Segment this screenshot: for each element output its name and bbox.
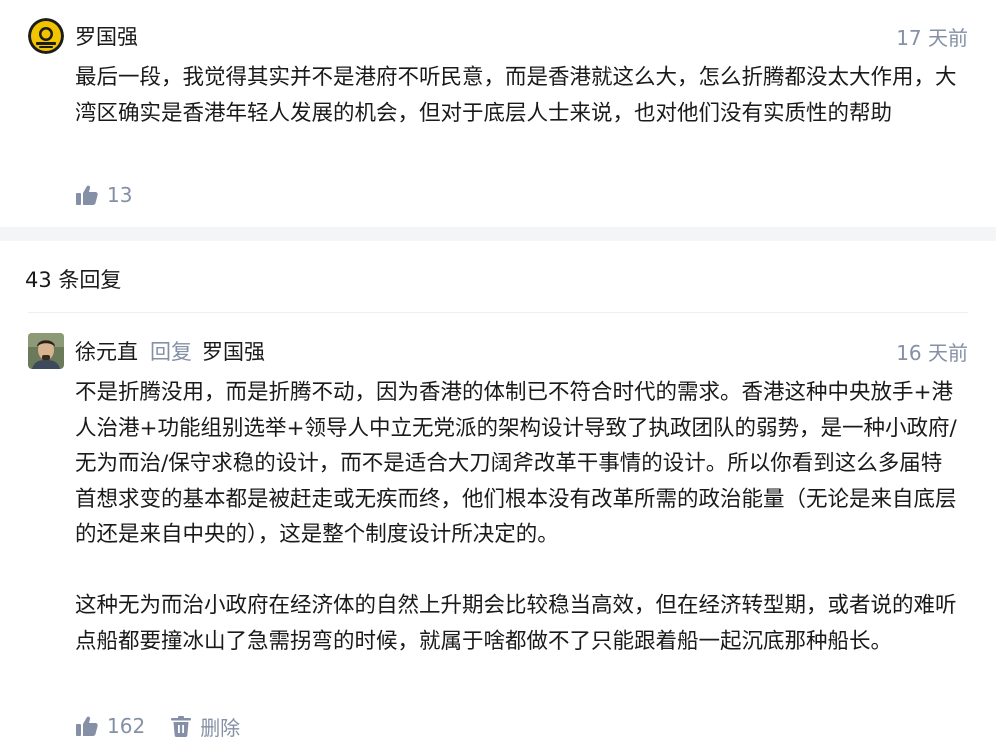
- root-comment-header: 罗国强 17 天前: [28, 18, 968, 54]
- trash-icon: [171, 715, 192, 737]
- comment-author[interactable]: 罗国强: [75, 21, 138, 51]
- comment-time: 17 天前: [896, 25, 968, 50]
- avatar[interactable]: [28, 18, 64, 54]
- like-button[interactable]: 13: [76, 183, 132, 207]
- yellow-emblem-avatar-icon: [28, 18, 64, 54]
- thumbs-up-icon: [76, 185, 98, 205]
- reply-target-author[interactable]: 罗国强: [202, 336, 265, 366]
- like-button[interactable]: 162: [76, 714, 145, 738]
- comment-content: 最后一段，我觉得其实并不是港府不听民意，而是香港就这么大，怎么折腾都没太大作用，…: [75, 65, 957, 126]
- delete-label: 删除: [200, 715, 241, 740]
- section-gap: [0, 227, 996, 241]
- comment-actions: 13: [76, 180, 158, 210]
- reply-comment-header: 徐元直 回复 罗国强 16 天前: [28, 333, 968, 369]
- reply-label: 回复: [150, 340, 192, 364]
- reply-author[interactable]: 徐元直: [75, 336, 138, 366]
- divider: [28, 312, 968, 313]
- reply-time: 16 天前: [896, 340, 968, 365]
- portrait-avatar-icon: [28, 333, 64, 369]
- like-count: 13: [107, 183, 133, 207]
- reply-actions: 162 删除: [76, 711, 266, 741]
- reply-count: 43 条回复: [25, 268, 122, 292]
- reply-content: 不是折腾没用，而是折腾不动，因为香港的体制已不符合时代的需求。香港这种中央放手+…: [75, 380, 957, 654]
- thumbs-up-icon: [76, 716, 98, 736]
- like-count: 162: [107, 714, 146, 738]
- comment-page: 罗国强 17 天前 最后一段，我觉得其实并不是港府不听民意，而是香港就这么大，怎…: [0, 0, 996, 749]
- delete-button[interactable]: 删除: [171, 712, 240, 741]
- avatar[interactable]: [28, 333, 64, 369]
